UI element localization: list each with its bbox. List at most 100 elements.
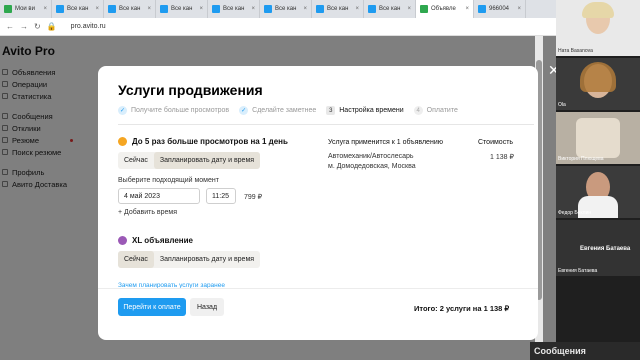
tab-label: Объявле bbox=[431, 6, 456, 12]
participant-name: Федор Беклин bbox=[558, 210, 592, 216]
applies-to-label: Услуга применится к 1 объявлению bbox=[328, 139, 443, 146]
messages-label[interactable]: Сообщения bbox=[530, 342, 640, 360]
close-tab-icon[interactable]: × bbox=[465, 6, 469, 12]
browser-tab[interactable]: Все кан × bbox=[364, 0, 416, 18]
participant-name: Евгения Батаева bbox=[558, 268, 598, 274]
browser-tab[interactable]: Все кан × bbox=[52, 0, 104, 18]
browser-tab[interactable]: 966004 × bbox=[474, 0, 526, 18]
address-bar: ← → ↻ 🔒 pro.avito.ru bbox=[0, 18, 556, 36]
back-button[interactable]: Назад bbox=[190, 298, 224, 316]
service-title: До 5 раз больше просмотров на 1 день bbox=[132, 137, 288, 146]
step-number: 4 bbox=[413, 106, 423, 115]
browser-tab[interactable]: Все кан × bbox=[156, 0, 208, 18]
time-field[interactable]: 11:25 bbox=[206, 188, 236, 204]
tab-label: 966004 bbox=[489, 6, 510, 12]
tab-favicon-icon bbox=[56, 5, 64, 13]
participant-hair bbox=[582, 2, 614, 18]
close-tab-icon[interactable]: × bbox=[407, 6, 411, 12]
close-tab-icon[interactable]: × bbox=[95, 6, 99, 12]
step-label: Получите больше просмотров bbox=[131, 107, 230, 114]
choose-moment-label: Выберите подходящий момент bbox=[118, 177, 219, 184]
date-field[interactable]: 4 май 2023 bbox=[118, 188, 200, 204]
option-now[interactable]: Сейчас bbox=[118, 152, 154, 169]
ad-cost: 1 138 ₽ bbox=[490, 154, 514, 161]
step-label: Сделайте заметнее bbox=[252, 107, 317, 114]
url-field[interactable]: pro.avito.ru bbox=[71, 23, 106, 30]
cost-header: Стоимость bbox=[478, 139, 514, 146]
browser-tab[interactable]: Все кан × bbox=[260, 0, 312, 18]
browser-tab[interactable]: Все кан × bbox=[104, 0, 156, 18]
close-tab-icon[interactable]: × bbox=[147, 6, 151, 12]
timing-toggle: Сейчас Запланировать дату и время bbox=[118, 152, 261, 169]
tab-label: Все кан bbox=[119, 6, 141, 12]
check-icon: ✓ bbox=[118, 106, 127, 115]
close-tab-icon[interactable]: × bbox=[355, 6, 359, 12]
tab-favicon-icon bbox=[420, 5, 428, 13]
tab-label: Все кан bbox=[327, 6, 349, 12]
participant-tile[interactable]: Федор Беклин bbox=[556, 166, 640, 218]
step-2[interactable]: ✓ Сделайте заметнее bbox=[239, 106, 316, 115]
views-boost-icon bbox=[118, 137, 127, 146]
browser-tab-bar: Мои ви × Все кан × Все кан × Все кан × Все к… bbox=[0, 0, 556, 18]
divider bbox=[118, 124, 534, 125]
close-tab-icon[interactable]: × bbox=[199, 6, 203, 12]
close-tab-icon[interactable]: × bbox=[251, 6, 255, 12]
participant-tile[interactable]: Ната Basanova bbox=[556, 0, 640, 56]
option-schedule[interactable]: Запланировать дату и время bbox=[154, 251, 260, 268]
xl-ad-icon bbox=[118, 236, 127, 245]
browser-tab[interactable]: Мои ви × bbox=[0, 0, 52, 18]
step-label: Оплатите bbox=[426, 107, 458, 114]
tab-label: Все кан bbox=[379, 6, 401, 12]
ad-location: м. Домодедовская, Москва bbox=[328, 163, 416, 170]
tab-favicon-icon bbox=[212, 5, 220, 13]
browser-tab-active[interactable]: Объявле × bbox=[416, 0, 474, 18]
lock-icon[interactable]: 🔒 bbox=[47, 22, 57, 31]
tab-favicon-icon bbox=[478, 5, 486, 13]
check-icon: ✓ bbox=[239, 106, 249, 115]
tab-favicon-icon bbox=[108, 5, 116, 13]
option-now[interactable]: Сейчас bbox=[118, 251, 154, 268]
total-summary: Итого: 2 услуги на 1 138 ₽ bbox=[414, 304, 510, 313]
step-3: 3 Настройка времени bbox=[326, 106, 404, 115]
option-schedule[interactable]: Запланировать дату и время bbox=[153, 152, 261, 169]
back-arrow-icon[interactable]: ← bbox=[6, 22, 14, 31]
step-label: Настройка времени bbox=[339, 107, 404, 114]
tab-favicon-icon bbox=[368, 5, 376, 13]
add-time-label: Добавить время bbox=[124, 209, 178, 216]
add-time-button[interactable]: + Добавить время bbox=[118, 209, 177, 216]
reload-icon[interactable]: ↻ bbox=[34, 22, 41, 31]
tab-favicon-icon bbox=[4, 5, 12, 13]
participant-video bbox=[576, 118, 620, 158]
tab-label: Все кан bbox=[67, 6, 89, 12]
ad-title[interactable]: Автомеханик/Автослесарь bbox=[328, 153, 414, 160]
close-tab-icon[interactable]: × bbox=[517, 6, 521, 12]
stepper: ✓ Получите больше просмотров ✓ Сделайте за… bbox=[118, 106, 458, 115]
close-tab-icon[interactable]: × bbox=[303, 6, 307, 12]
participant-tile[interactable]: Евгения Батаева Евгения Батаева bbox=[556, 220, 640, 276]
tab-label: Все кан bbox=[275, 6, 297, 12]
participant-name: Ola bbox=[558, 102, 566, 108]
service-title: XL объявление bbox=[132, 236, 193, 245]
tab-label: Все кан bbox=[171, 6, 193, 12]
step-1[interactable]: ✓ Получите больше просмотров bbox=[118, 106, 229, 115]
tab-favicon-icon bbox=[160, 5, 168, 13]
participant-tile[interactable]: Ola bbox=[556, 58, 640, 110]
browser-tab[interactable]: Все кан × bbox=[208, 0, 260, 18]
step-number: 3 bbox=[326, 106, 336, 115]
participant-name: Виктория Плющева bbox=[558, 156, 604, 162]
close-tab-icon[interactable]: × bbox=[43, 6, 47, 12]
participant-tile[interactable]: Виктория Плющева bbox=[556, 112, 640, 164]
video-call-panel: Ната Basanova Ola Виктория Плющева Федор… bbox=[556, 0, 640, 360]
step-4: 4 Оплатите bbox=[413, 106, 458, 115]
tab-favicon-icon bbox=[264, 5, 272, 13]
tab-favicon-icon bbox=[316, 5, 324, 13]
timing-toggle: Сейчас Запланировать дату и время bbox=[118, 251, 261, 268]
participant-name: Ната Basanova bbox=[558, 48, 593, 54]
modal-title: Услуги продвижения bbox=[118, 82, 263, 98]
participant-big-label: Евгения Батаева bbox=[580, 246, 631, 252]
go-to-payment-button[interactable]: Перейти к оплате bbox=[118, 298, 186, 316]
promotion-services-modal: Услуги продвижения ✓ Получите больше прос… bbox=[98, 66, 538, 340]
browser-tab[interactable]: Все кан × bbox=[312, 0, 364, 18]
forward-arrow-icon[interactable]: → bbox=[20, 22, 28, 31]
tab-label: Все кан bbox=[223, 6, 245, 12]
